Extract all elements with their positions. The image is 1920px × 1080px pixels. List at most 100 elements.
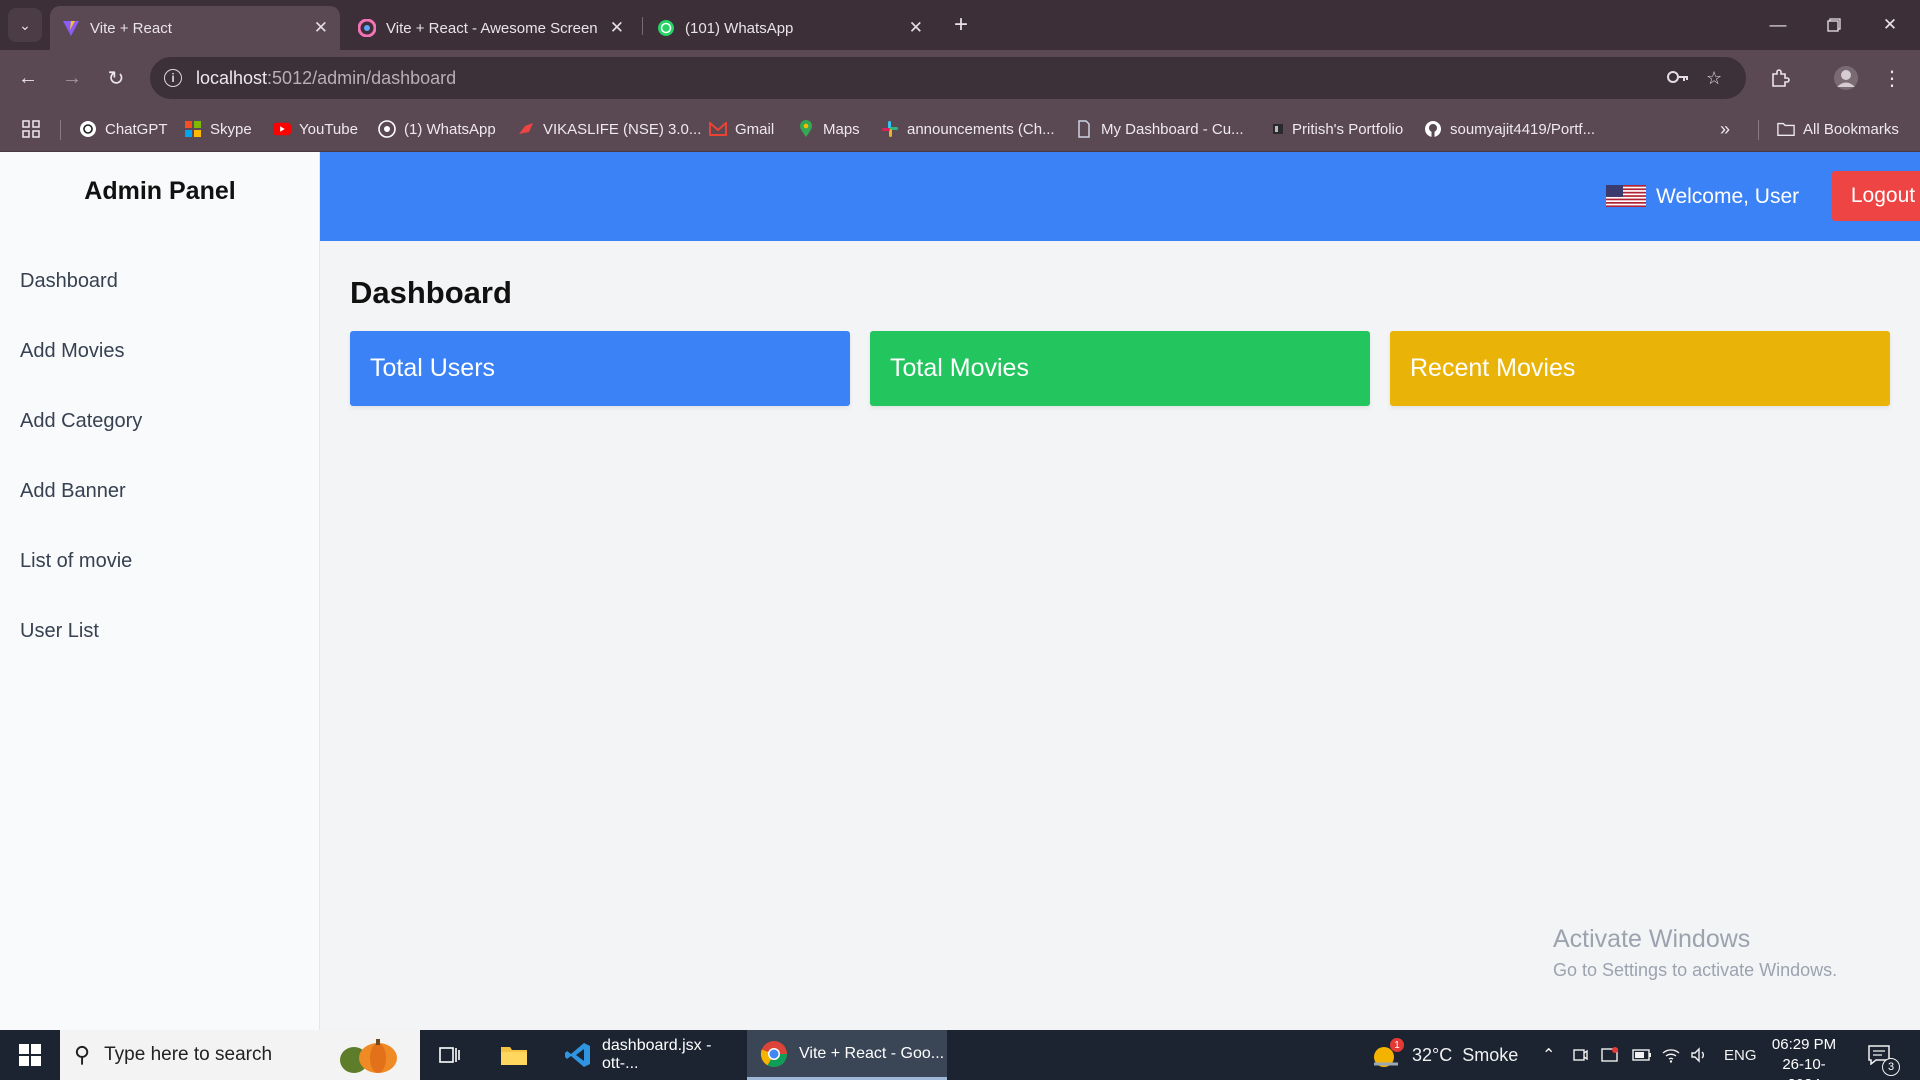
notification-center-icon[interactable]: 3: [1868, 1030, 1900, 1080]
file-explorer-icon[interactable]: [494, 1030, 534, 1080]
slack-icon: [881, 120, 899, 138]
more-bookmarks-chevron-icon[interactable]: »: [1720, 119, 1730, 139]
volume-speaker-icon[interactable]: [1690, 1030, 1708, 1080]
document-icon: [1075, 120, 1093, 138]
vite-icon: [62, 19, 80, 37]
tab-title: Vite + React - Awesome Screen: [386, 19, 598, 37]
close-icon[interactable]: ✕: [909, 18, 923, 38]
show-hidden-icons-chevron-icon[interactable]: ⌃: [1542, 1030, 1555, 1080]
browser-toolbar: ← → ↻ i localhost:5012/admin/dashboard ☆…: [0, 50, 1920, 106]
tab-awesome-screenshot[interactable]: Vite + React - Awesome Screen ✕: [346, 6, 636, 50]
card-total-users[interactable]: Total Users: [350, 331, 850, 406]
bookmark-gmail[interactable]: Gmail: [709, 119, 774, 139]
tab-title: Vite + React: [90, 19, 172, 37]
bookmark-skype[interactable]: Skype: [184, 119, 252, 139]
awesome-screenshot-icon: [358, 19, 376, 37]
watermark-title: Activate Windows: [1553, 925, 1751, 953]
sidebar-item-list-of-movie[interactable]: List of movie: [20, 550, 132, 573]
sidebar-brand-title: Admin Panel: [84, 177, 236, 205]
new-tab-plus-icon[interactable]: +: [948, 11, 974, 38]
youtube-icon: [273, 120, 291, 138]
input-language[interactable]: ENG: [1724, 1030, 1757, 1080]
bookmark-github-portfolio[interactable]: soumyajit4419/Portf...: [1424, 119, 1595, 139]
clock-date: 26-10-2024: [1782, 1056, 1826, 1080]
wifi-icon[interactable]: [1662, 1030, 1680, 1080]
taskbar-app-chrome[interactable]: Vite + React - Goo...: [747, 1030, 947, 1080]
bookmark-youtube[interactable]: YouTube: [273, 119, 358, 139]
notification-count-badge: 3: [1882, 1058, 1900, 1076]
admin-sidebar: Admin Panel Dashboard Add Movies Add Cat…: [0, 152, 320, 1030]
taskbar-clock[interactable]: 06:29 PM 26-10-2024: [1766, 1035, 1842, 1080]
whatsapp-icon: [657, 19, 675, 37]
activate-windows-watermark: Activate Windows Go to Settings to activ…: [1553, 925, 1837, 981]
chart-arrow-icon: [517, 120, 535, 138]
watermark-subtitle: Go to Settings to activate Windows.: [1553, 960, 1838, 980]
chatgpt-icon: [79, 120, 97, 138]
sidebar-item-add-category[interactable]: Add Category: [20, 410, 142, 433]
skype-icon: [184, 120, 202, 138]
minimize-icon[interactable]: —: [1750, 0, 1806, 50]
bookmark-whatsapp[interactable]: (1) WhatsApp: [378, 119, 496, 139]
reload-icon[interactable]: ↻: [100, 62, 132, 94]
search-placeholder: Type here to search: [104, 1044, 273, 1065]
taskbar-app-vscode[interactable]: dashboard.jsx - ott-...: [552, 1030, 740, 1080]
bookmark-star-icon[interactable]: ☆: [1706, 68, 1722, 89]
portfolio-logo-icon: [1272, 120, 1284, 138]
chrome-icon: [759, 1039, 789, 1069]
tab-separator: [642, 17, 643, 35]
search-icon: ⚲: [74, 1042, 91, 1067]
welcome-text: Welcome, User: [1656, 185, 1800, 208]
bookmark-announcements[interactable]: announcements (Ch...: [881, 119, 1055, 139]
dashboard-main: Dashboard Total Users Total Movies Recen…: [320, 241, 1920, 1030]
close-icon[interactable]: ✕: [314, 18, 328, 38]
card-total-movies[interactable]: Total Movies: [870, 331, 1370, 406]
meet-now-icon[interactable]: [1572, 1030, 1588, 1080]
all-bookmarks-folder[interactable]: All Bookmarks: [1777, 119, 1899, 139]
tab-search-button[interactable]: ⌄: [8, 8, 42, 42]
back-arrow-icon[interactable]: ←: [12, 62, 44, 94]
windows-start-icon[interactable]: [0, 1030, 60, 1080]
browser-tab-bar: ⌄ Vite + React ✕ Vite + React - Awesome …: [0, 0, 1920, 50]
apps-grid-icon[interactable]: [22, 119, 40, 139]
folder-icon: [1777, 120, 1795, 138]
restore-icon[interactable]: [1806, 0, 1862, 50]
close-icon[interactable]: ✕: [610, 18, 624, 38]
whatsapp-icon: [378, 120, 396, 138]
gmail-icon: [709, 120, 727, 138]
weather-badge: 1: [1390, 1038, 1404, 1052]
bookmark-chatgpt[interactable]: ChatGPT: [79, 119, 168, 139]
weather-sun-icon: 1: [1370, 1038, 1404, 1070]
tab-whatsapp[interactable]: (101) WhatsApp ✕: [645, 6, 935, 50]
bookmark-my-dashboard[interactable]: My Dashboard - Cu...: [1075, 119, 1244, 139]
github-icon: [1424, 120, 1442, 138]
taskbar-search-box[interactable]: ⚲ Type here to search: [60, 1030, 420, 1080]
sidebar-item-user-list[interactable]: User List: [20, 620, 99, 643]
page-title: Dashboard: [350, 275, 512, 310]
bookmark-pritish-portfolio[interactable]: Pritish's Portfolio: [1272, 119, 1403, 139]
clock-time: 06:29 PM: [1771, 1036, 1837, 1053]
logout-button[interactable]: Logout: [1832, 171, 1920, 221]
screen-capture-icon[interactable]: [1601, 1030, 1619, 1080]
window-close-icon[interactable]: ✕: [1862, 0, 1918, 50]
maps-pin-icon: [797, 120, 815, 138]
chevron-down-icon: ⌄: [19, 16, 31, 33]
password-key-icon[interactable]: [1666, 68, 1690, 91]
forward-arrow-icon[interactable]: →: [56, 62, 88, 94]
profile-avatar[interactable]: [1830, 62, 1862, 94]
tab-vite-react[interactable]: Vite + React ✕: [50, 6, 340, 50]
bookmark-vikaslife[interactable]: VIKASLIFE (NSE) 3.0...: [517, 119, 701, 139]
battery-icon[interactable]: [1632, 1030, 1652, 1080]
extensions-puzzle-icon[interactable]: [1764, 62, 1796, 94]
site-info-icon[interactable]: i: [164, 69, 182, 87]
address-bar[interactable]: i localhost:5012/admin/dashboard ☆: [150, 57, 1746, 99]
sidebar-item-add-movies[interactable]: Add Movies: [20, 340, 125, 363]
menu-kebab-icon[interactable]: ⋮: [1876, 62, 1908, 94]
weather-widget[interactable]: 1 32°C Smoke: [1370, 1030, 1518, 1080]
sidebar-item-add-banner[interactable]: Add Banner: [20, 480, 126, 503]
task-view-icon[interactable]: [432, 1030, 468, 1080]
us-flag-icon: [1606, 185, 1646, 207]
bookmark-maps[interactable]: Maps: [797, 119, 860, 139]
url-text: localhost:5012/admin/dashboard: [196, 67, 457, 88]
sidebar-item-dashboard[interactable]: Dashboard: [20, 270, 118, 293]
card-recent-movies[interactable]: Recent Movies: [1390, 331, 1890, 406]
